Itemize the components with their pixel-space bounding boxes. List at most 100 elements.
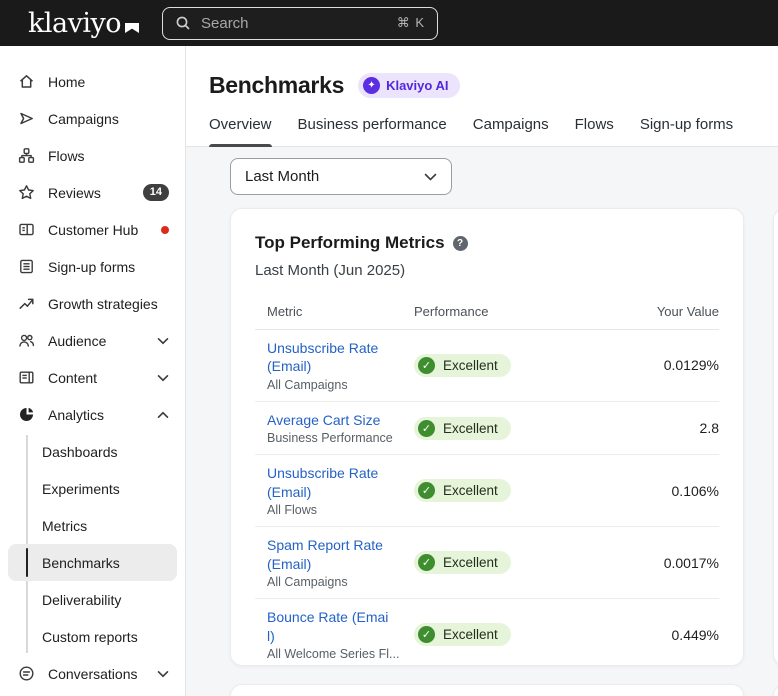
sidebar-item-deliverability[interactable]: Deliverability bbox=[0, 581, 185, 618]
tab-business-performance[interactable]: Business performance bbox=[298, 116, 447, 146]
metric-value: 0.0017% bbox=[594, 555, 719, 571]
sidebar-item-label: Content bbox=[48, 370, 97, 386]
column-header-performance: Performance bbox=[414, 304, 594, 319]
tab-campaigns[interactable]: Campaigns bbox=[473, 116, 549, 146]
table-header: Metric Performance Your Value bbox=[255, 304, 719, 330]
sidebar-item-label: Sign-up forms bbox=[48, 259, 135, 275]
metric-value: 0.106% bbox=[594, 483, 719, 499]
time-period-select[interactable]: Last Month bbox=[230, 158, 452, 195]
klaviyo-flag-icon bbox=[125, 11, 139, 38]
page-title: Benchmarks bbox=[209, 72, 344, 99]
sidebar-item-benchmarks[interactable]: Benchmarks bbox=[8, 544, 177, 581]
chevron-down-icon bbox=[157, 337, 169, 345]
sidebar-item-label: Home bbox=[48, 74, 85, 90]
notification-dot bbox=[161, 226, 169, 234]
home-icon bbox=[18, 73, 35, 90]
sidebar-item-custom-reports[interactable]: Custom reports bbox=[0, 618, 185, 655]
chevron-down-icon bbox=[157, 670, 169, 678]
sidebar-item-label: Customer Hub bbox=[48, 222, 138, 238]
tab-signup-forms[interactable]: Sign-up forms bbox=[640, 116, 733, 146]
tab-overview[interactable]: Overview bbox=[209, 116, 272, 146]
next-side-card-partial bbox=[773, 684, 778, 696]
sidebar-item-customer-hub[interactable]: Customer Hub bbox=[0, 211, 185, 248]
metric-link[interactable]: Average Cart Size bbox=[267, 411, 395, 429]
form-icon bbox=[18, 258, 35, 275]
tab-flows[interactable]: Flows bbox=[575, 116, 614, 146]
sidebar-item-dashboards[interactable]: Dashboards bbox=[0, 433, 185, 470]
metric-scope: All Campaigns bbox=[267, 378, 414, 392]
sidebar-item-label: Campaigns bbox=[48, 111, 119, 127]
adjacent-card-partial bbox=[773, 208, 778, 666]
search-input[interactable]: Search ⌘ K bbox=[162, 7, 438, 40]
help-icon[interactable]: ? bbox=[453, 236, 468, 251]
sidebar-item-label: Flows bbox=[48, 148, 85, 164]
metric-link[interactable]: Unsubscribe Rate (Email) bbox=[267, 339, 395, 376]
benchmarks-tabs: Overview Business performance Campaigns … bbox=[209, 116, 778, 146]
check-icon: ✓ bbox=[418, 357, 435, 374]
performance-badge: ✓ Excellent bbox=[414, 551, 511, 574]
sidebar-item-metrics[interactable]: Metrics bbox=[0, 507, 185, 544]
sidebar-item-label: Growth strategies bbox=[48, 296, 158, 312]
sidebar-item-flows[interactable]: Flows bbox=[0, 137, 185, 174]
metric-link[interactable]: Unsubscribe Rate (Email) bbox=[267, 464, 395, 501]
card-title: Top Performing Metrics bbox=[255, 233, 445, 253]
klaviyo-ai-badge: ✦ Klaviyo AI bbox=[358, 73, 460, 98]
metric-value: 0.0129% bbox=[594, 357, 719, 373]
sidebar-item-label: Reviews bbox=[48, 185, 101, 201]
sparkle-icon: ✦ bbox=[363, 77, 380, 94]
audience-icon bbox=[18, 332, 35, 349]
content-area: Last Month Top Performing Metrics ? Last… bbox=[186, 147, 778, 696]
chevron-down-icon bbox=[424, 173, 437, 181]
sidebar-item-label: Metrics bbox=[42, 518, 87, 534]
sidebar-item-label: Experiments bbox=[42, 481, 120, 497]
page-header: Benchmarks ✦ Klaviyo AI Overview Busines… bbox=[186, 46, 778, 147]
reviews-count-badge: 14 bbox=[143, 184, 169, 201]
top-performing-metrics-card: Top Performing Metrics ? Last Month (Jun… bbox=[230, 208, 744, 666]
chevron-down-icon bbox=[157, 374, 169, 382]
sidebar-item-growth-strategies[interactable]: Growth strategies bbox=[0, 285, 185, 322]
sidebar-item-label: Conversations bbox=[48, 666, 138, 682]
sidebar-item-signup-forms[interactable]: Sign-up forms bbox=[0, 248, 185, 285]
check-icon: ✓ bbox=[418, 482, 435, 499]
chevron-up-icon bbox=[157, 411, 169, 419]
column-header-your-value: Your Value bbox=[594, 304, 719, 319]
content-icon bbox=[18, 369, 35, 386]
customer-hub-icon bbox=[18, 221, 35, 238]
search-placeholder: Search bbox=[201, 15, 387, 32]
check-icon: ✓ bbox=[418, 554, 435, 571]
send-icon bbox=[18, 110, 35, 127]
sidebar-item-audience[interactable]: Audience bbox=[0, 322, 185, 359]
card-subtitle: Last Month (Jun 2025) bbox=[255, 262, 719, 279]
klaviyo-logo-text: klaviyo bbox=[28, 8, 121, 39]
klaviyo-ai-badge-label: Klaviyo AI bbox=[386, 78, 448, 93]
metric-scope: Business Performance bbox=[267, 431, 414, 445]
table-row: Average Cart Size Business Performance ✓… bbox=[255, 402, 719, 455]
metric-link[interactable]: Spam Report Rate (Email) bbox=[267, 536, 395, 573]
sidebar-item-experiments[interactable]: Experiments bbox=[0, 470, 185, 507]
metrics-table: Metric Performance Your Value Unsubscrib… bbox=[255, 304, 719, 670]
search-shortcut: ⌘ K bbox=[397, 15, 425, 31]
metric-link[interactable]: Bounce Rate (Email) bbox=[267, 608, 395, 645]
check-icon: ✓ bbox=[418, 626, 435, 643]
sidebar-item-home[interactable]: Home bbox=[0, 63, 185, 100]
flow-icon bbox=[18, 147, 35, 164]
klaviyo-logo[interactable]: klaviyo bbox=[28, 10, 139, 37]
sidebar: Home Campaigns Flows bbox=[0, 46, 186, 696]
sidebar-item-label: Dashboards bbox=[42, 444, 118, 460]
sidebar-item-conversations[interactable]: Conversations bbox=[0, 655, 185, 692]
metric-scope: All Campaigns bbox=[267, 575, 414, 589]
next-card-partial bbox=[230, 684, 744, 696]
table-row: Unsubscribe Rate (Email) All Flows ✓ Exc… bbox=[255, 455, 719, 527]
performance-badge: ✓ Excellent bbox=[414, 623, 511, 646]
sidebar-item-label: Custom reports bbox=[42, 629, 138, 645]
sidebar-item-content[interactable]: Content bbox=[0, 359, 185, 396]
table-row: Spam Report Rate (Email) All Campaigns ✓… bbox=[255, 527, 719, 599]
sidebar-item-reviews[interactable]: Reviews 14 bbox=[0, 174, 185, 211]
sidebar-item-analytics[interactable]: Analytics bbox=[0, 396, 185, 433]
performance-badge: ✓ Excellent bbox=[414, 354, 511, 377]
time-period-value: Last Month bbox=[245, 168, 319, 185]
main-area: Benchmarks ✦ Klaviyo AI Overview Busines… bbox=[186, 46, 778, 696]
metric-value: 2.8 bbox=[594, 420, 719, 436]
sidebar-item-campaigns[interactable]: Campaigns bbox=[0, 100, 185, 137]
column-header-metric: Metric bbox=[267, 304, 414, 319]
